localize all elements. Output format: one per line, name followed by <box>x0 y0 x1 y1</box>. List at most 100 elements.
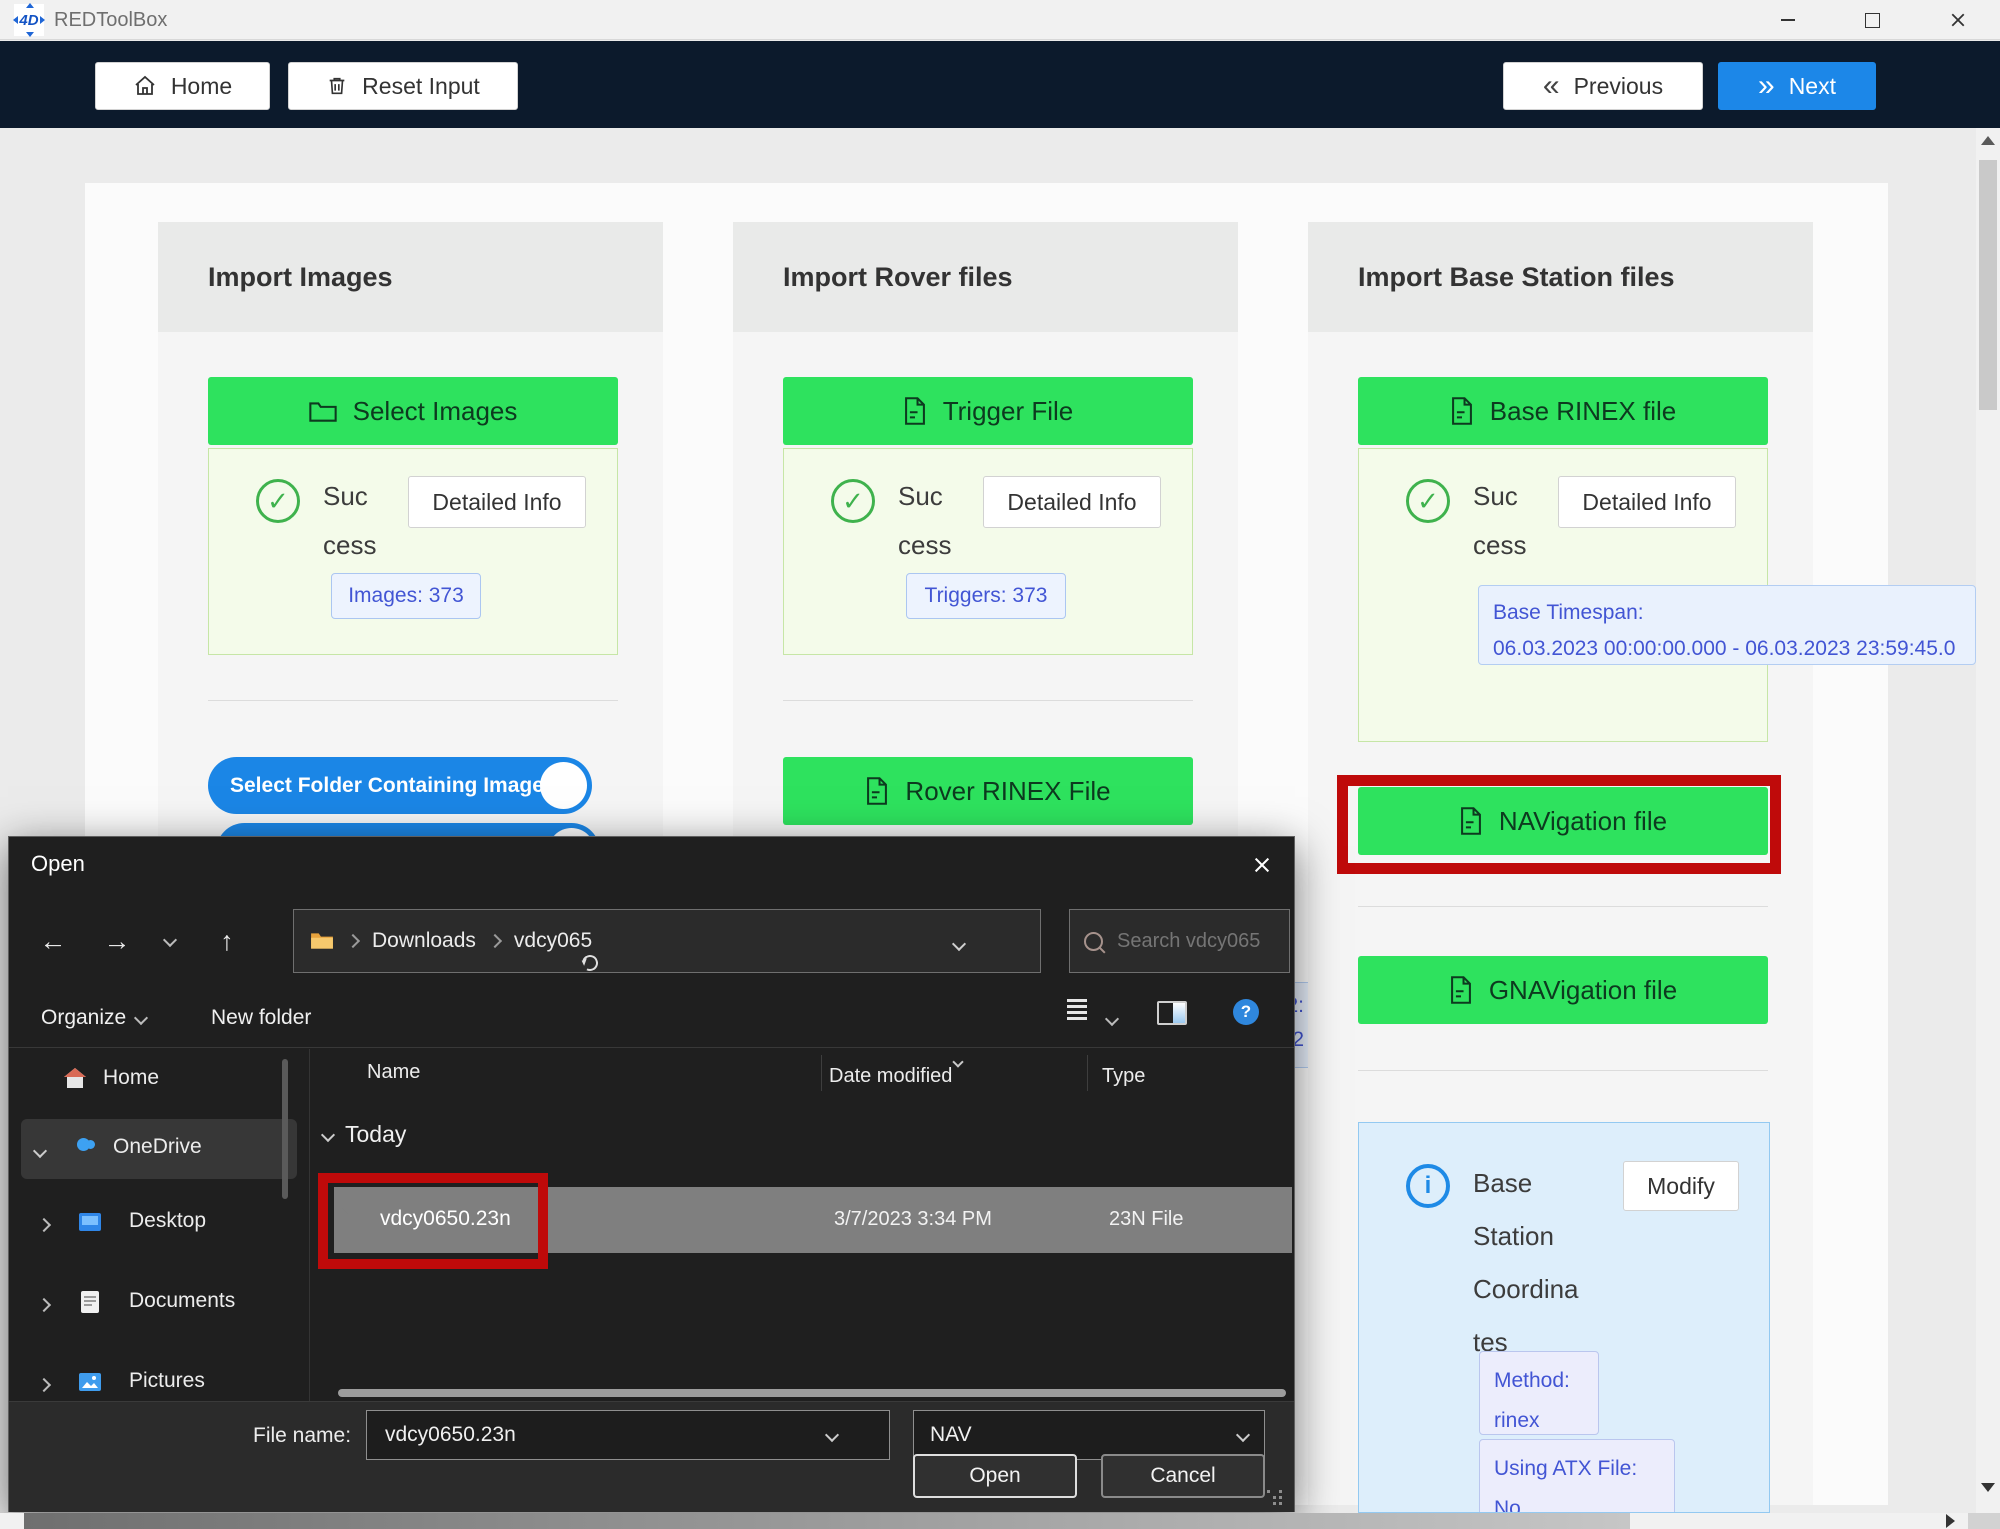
trigger-file-button[interactable]: Trigger File <box>783 377 1193 445</box>
chevron-down-icon <box>134 1011 148 1025</box>
scrollbar-corner <box>1968 1513 2000 1529</box>
rover-detailed-info-label: Detailed Info <box>1007 489 1136 516</box>
rover-detailed-info-button[interactable]: Detailed Info <box>983 476 1161 528</box>
next-button-label: Next <box>1789 73 1836 100</box>
file-name-input[interactable] <box>383 1422 827 1448</box>
gnavigation-file-button[interactable]: GNAVigation file <box>1358 956 1768 1024</box>
horizontal-scrollbar[interactable] <box>0 1513 2000 1529</box>
logo-arrow-down-icon <box>26 32 34 37</box>
open-file-dialog: Open ← → ↑ Downloads vdcy065 Organize <box>8 836 1295 1512</box>
select-folder-toggle-label: Select Folder Containing Images <box>230 774 556 798</box>
help-button[interactable]: ? <box>1233 999 1259 1025</box>
scroll-right-arrow[interactable] <box>1946 1514 1955 1528</box>
back-button[interactable]: ← <box>33 921 73 961</box>
toggle-knob <box>540 762 587 809</box>
chevron-down-icon <box>321 1127 335 1141</box>
view-options-chevron[interactable] <box>1107 1011 1117 1029</box>
vertical-scrollbar[interactable] <box>1976 128 2000 1513</box>
chevron-down-icon[interactable] <box>35 1143 45 1161</box>
search-input[interactable] <box>1115 929 1269 954</box>
chevron-right-icon[interactable] <box>39 1377 49 1395</box>
column-header-name[interactable]: Name <box>367 1061 420 1084</box>
atx-badge: Using ATX File: No <box>1479 1439 1675 1513</box>
file-name-combobox[interactable] <box>366 1410 890 1460</box>
reset-input-button[interactable]: Reset Input <box>288 62 518 110</box>
close-button[interactable] <box>1930 0 1986 40</box>
horizontal-scroll-thumb[interactable] <box>24 1513 1630 1529</box>
file-type-dropdown[interactable]: NAV <box>913 1410 1265 1460</box>
pictures-icon <box>79 1373 101 1391</box>
forward-button[interactable]: → <box>97 921 137 961</box>
gnavigation-file-label: GNAVigation file <box>1489 975 1677 1006</box>
group-header-label: Today <box>345 1121 406 1148</box>
dialog-bottom-bar: File name: NAV Open Cancel <box>9 1401 1294 1512</box>
select-folder-toggle[interactable]: Select Folder Containing Images <box>208 757 592 814</box>
modify-button[interactable]: Modify <box>1623 1161 1739 1211</box>
address-bar[interactable]: Downloads vdcy065 <box>293 909 1041 973</box>
scroll-down-arrow[interactable] <box>1981 1483 1995 1492</box>
refresh-button[interactable] <box>580 953 601 974</box>
search-box[interactable] <box>1069 909 1290 973</box>
divider <box>9 1047 1294 1048</box>
folder-icon <box>309 400 337 423</box>
rover-success-panel: ✓ Suc cess Detailed Info Triggers: 373 <box>783 448 1193 655</box>
cancel-button[interactable]: Cancel <box>1101 1454 1265 1498</box>
vertical-scroll-thumb[interactable] <box>1979 160 1997 410</box>
document-icon <box>1450 397 1474 425</box>
view-list-button[interactable] <box>1067 999 1087 1028</box>
navigation-file-button[interactable]: NAVigation file <box>1358 787 1768 855</box>
home-button[interactable]: Home <box>95 62 270 110</box>
next-button[interactable]: » Next <box>1718 62 1876 110</box>
column-separator[interactable] <box>1087 1055 1088 1091</box>
base-rinex-button[interactable]: Base RINEX file <box>1358 377 1768 445</box>
column-header-type[interactable]: Type <box>1102 1065 1145 1088</box>
scroll-up-arrow[interactable] <box>1981 136 1995 145</box>
address-dropdown-button[interactable] <box>954 936 964 954</box>
import-images-title: Import Images <box>208 262 393 293</box>
dialog-close-button[interactable] <box>1234 841 1290 889</box>
base-status-text: Suc cess <box>1473 472 1568 570</box>
divider <box>1358 1070 1768 1071</box>
divider <box>208 700 618 701</box>
select-images-button[interactable]: Select Images <box>208 377 618 445</box>
sidebar-item-documents[interactable]: Documents <box>21 1273 297 1333</box>
images-detailed-info-button[interactable]: Detailed Info <box>408 476 586 528</box>
preview-pane-button[interactable] <box>1157 1001 1187 1030</box>
double-chevron-left-icon: « <box>1543 71 1560 101</box>
column-separator[interactable] <box>821 1055 822 1091</box>
organize-menu[interactable]: Organize <box>41 993 146 1043</box>
recent-locations-chevron[interactable] <box>155 925 185 955</box>
sidebar-item-home[interactable]: Home <box>63 1053 293 1103</box>
home-button-label: Home <box>171 73 232 100</box>
resize-grip[interactable] <box>1267 1490 1270 1493</box>
success-check-icon: ✓ <box>831 479 875 523</box>
logo-arrow-right-icon <box>40 16 45 24</box>
chevron-right-icon[interactable] <box>39 1217 49 1235</box>
open-button[interactable]: Open <box>913 1454 1077 1498</box>
organize-label: Organize <box>41 1006 126 1030</box>
breadcrumb-downloads[interactable]: Downloads <box>372 929 476 953</box>
images-count-badge: Images: 373 <box>331 573 481 619</box>
sidebar-item-label: Documents <box>129 1289 235 1313</box>
sidebar-scrollbar[interactable] <box>282 1059 288 1199</box>
base-detailed-info-button[interactable]: Detailed Info <box>1558 476 1736 528</box>
sidebar-item-desktop[interactable]: Desktop <box>21 1193 297 1253</box>
maximize-button[interactable] <box>1846 0 1898 40</box>
sort-chevron-icon <box>954 1053 962 1071</box>
column-header-date[interactable]: Date modified <box>829 1065 952 1088</box>
list-horizontal-scrollbar[interactable] <box>338 1389 1286 1397</box>
previous-button[interactable]: « Previous <box>1503 62 1703 110</box>
modify-button-label: Modify <box>1647 1173 1715 1200</box>
chevron-right-icon[interactable] <box>39 1297 49 1315</box>
minimize-button[interactable] <box>1762 0 1814 40</box>
logo-arrow-up-icon <box>26 3 34 8</box>
up-button[interactable]: ↑ <box>207 921 247 961</box>
breadcrumb-folder[interactable]: vdcy065 <box>514 929 592 953</box>
close-icon <box>1950 12 1966 28</box>
group-header-today[interactable]: Today <box>323 1121 406 1148</box>
rover-rinex-button[interactable]: Rover RINEX File <box>783 757 1193 825</box>
new-folder-button[interactable]: New folder <box>211 993 311 1043</box>
sidebar-item-label: Pictures <box>129 1369 205 1393</box>
double-chevron-right-icon: » <box>1758 71 1775 101</box>
sidebar-item-onedrive[interactable]: OneDrive <box>21 1119 297 1179</box>
